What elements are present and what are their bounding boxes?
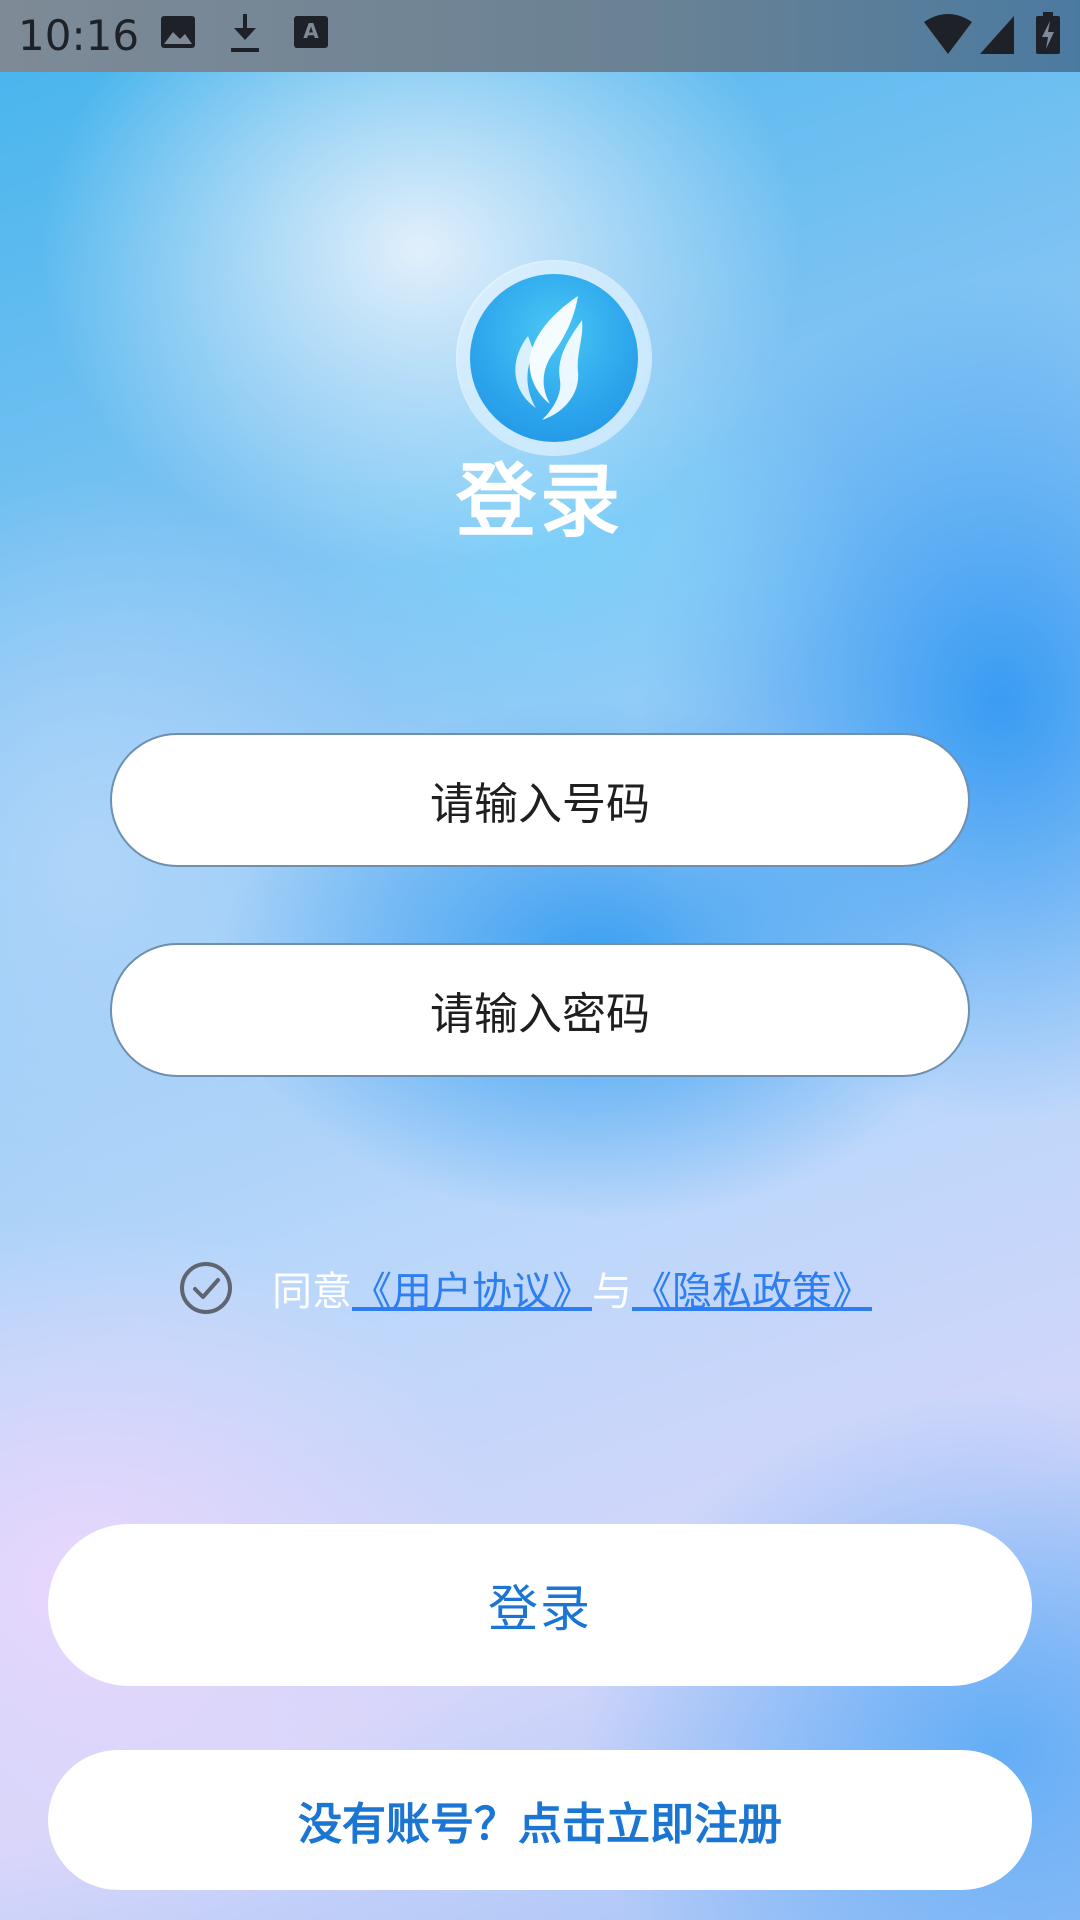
signal-icon <box>980 16 1014 54</box>
password-input[interactable]: 请输入密码 <box>110 943 970 1077</box>
flame-leaf-logo-icon <box>470 274 638 442</box>
wifi-icon <box>924 14 972 54</box>
image-icon <box>160 14 196 50</box>
svg-text:A: A <box>303 19 319 43</box>
app-logo <box>458 262 650 454</box>
checkbox-check-icon[interactable] <box>178 1260 234 1316</box>
battery-charging-icon <box>1036 12 1060 54</box>
user-agreement-link[interactable]: 《用户协议》 <box>352 1259 592 1317</box>
phone-input[interactable]: 请输入号码 <box>110 733 970 867</box>
login-screen: 10:16 A 登录 请输入号码 请输入密码 同意 《用户协议》 与 《隐私政策… <box>0 0 1080 1920</box>
register-button[interactable]: 没有账号？点击立即注册 <box>48 1750 1032 1890</box>
page-title: 登录 <box>456 455 624 548</box>
login-button[interactable]: 登录 <box>48 1524 1032 1686</box>
privacy-policy-link[interactable]: 《隐私政策》 <box>632 1259 872 1317</box>
agreement-conjunction: 与 <box>592 1269 632 1315</box>
status-time: 10:16 <box>18 11 140 60</box>
download-icon <box>228 14 262 54</box>
status-bar: 10:16 A <box>0 0 1080 72</box>
agreement-row: 同意 《用户协议》 与 《隐私政策》 <box>178 1258 872 1318</box>
font-a-icon: A <box>294 14 328 50</box>
agreement-prefix: 同意 <box>272 1269 352 1315</box>
